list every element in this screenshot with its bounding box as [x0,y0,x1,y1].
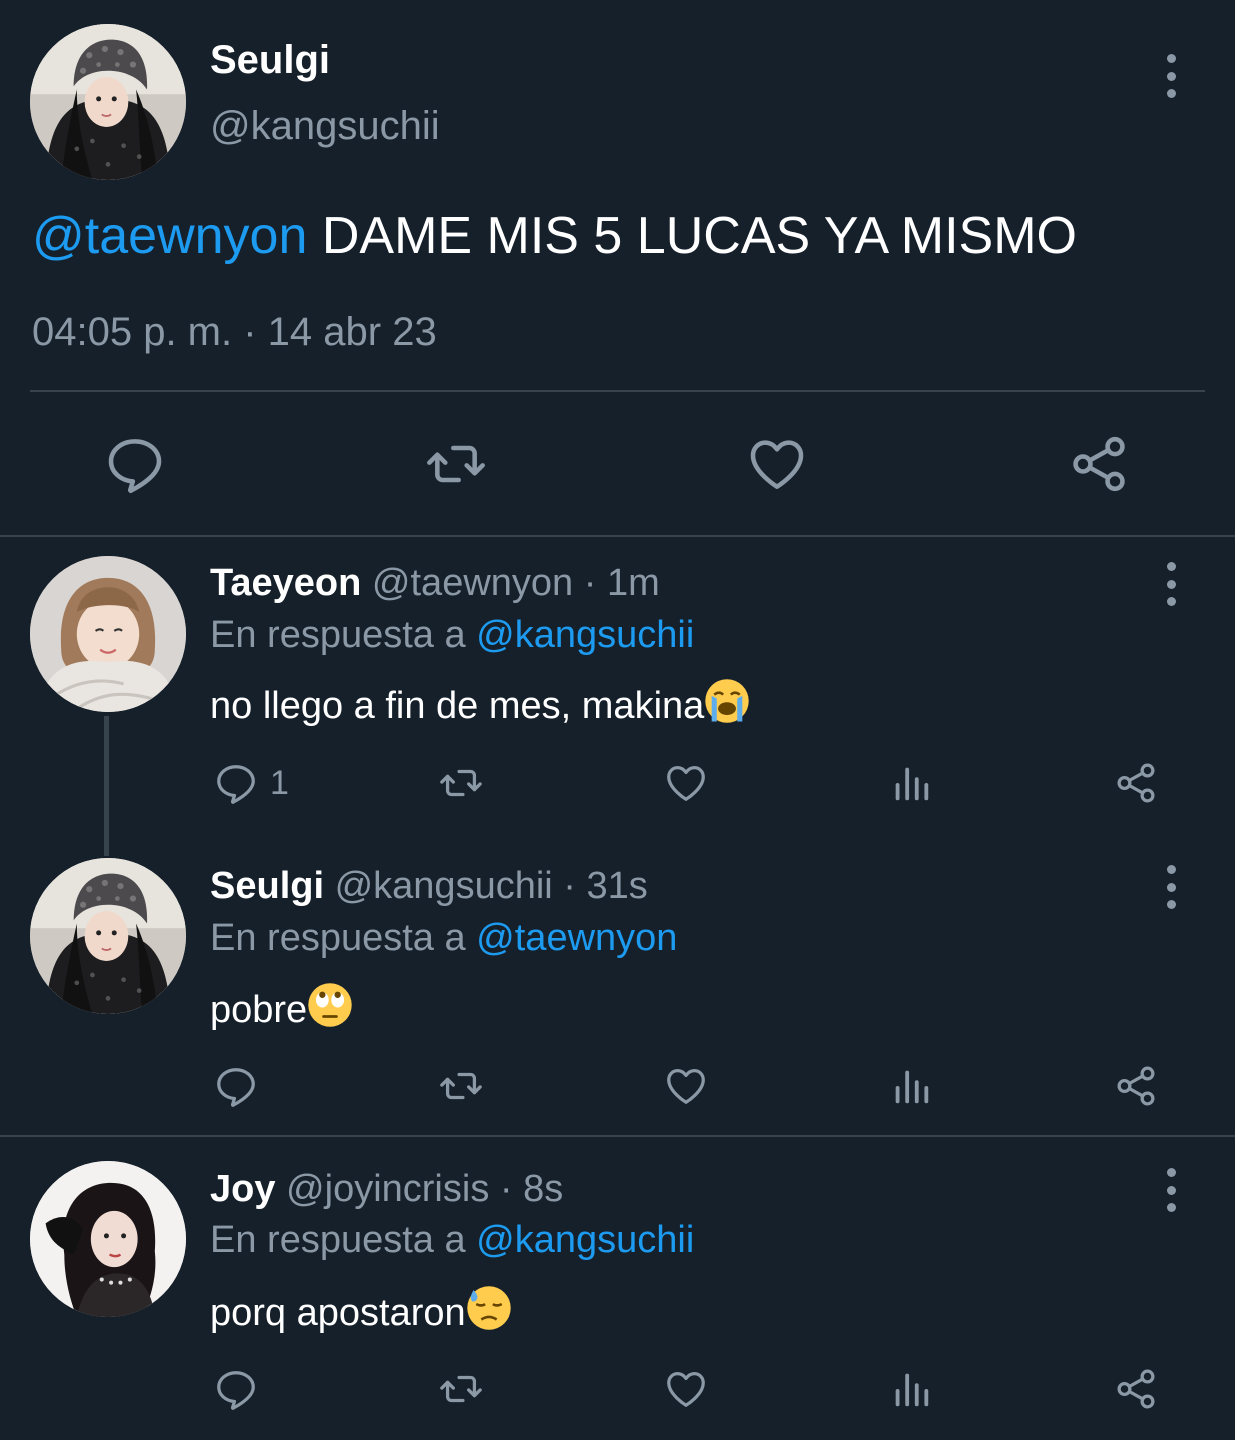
more-options-icon[interactable] [1161,1168,1181,1212]
divider [0,1135,1235,1137]
reply-prefix: En respuesta a [210,917,466,959]
reply-icon[interactable] [213,1366,259,1412]
like-icon[interactable] [663,1063,709,1109]
user-handle[interactable]: @kangsuchii [335,865,553,907]
retweet-icon[interactable] [435,1366,487,1412]
display-name[interactable]: Joy [210,1168,275,1210]
avatar[interactable] [30,556,186,712]
mention-link[interactable]: @taewnyon [32,207,307,265]
divider [0,535,1235,537]
more-options-icon[interactable] [1161,865,1181,909]
reply-prefix: En respuesta a [210,614,466,656]
reply-context: En respuesta a @taewnyon [210,917,677,960]
avatar-image [30,556,186,712]
divider [30,390,1205,392]
user-handle[interactable]: @kangsuchii [210,104,440,149]
share-icon[interactable] [1113,760,1159,806]
avatar[interactable] [30,858,186,1014]
analytics-icon[interactable] [888,760,934,806]
reply-context: En respuesta a @kangsuchii [210,614,694,657]
reply-icon[interactable] [103,432,167,496]
loudly-crying-face-emoji [705,679,750,723]
share-icon[interactable] [1113,1063,1159,1109]
mention-link[interactable]: @kangsuchii [476,1219,694,1261]
tweet-text: pobre [210,982,353,1032]
more-options-icon[interactable] [1161,54,1181,98]
reply-prefix: En respuesta a [210,1219,466,1261]
more-options-icon[interactable] [1161,562,1181,606]
retweet-icon[interactable] [435,1063,487,1109]
reply-count: 1 [270,764,289,802]
tweet-header: Joy @joyincrisis · 8s [210,1168,563,1211]
like-icon[interactable] [663,760,709,806]
analytics-icon[interactable] [888,1366,934,1412]
retweet-icon[interactable] [435,760,487,806]
display-name[interactable]: Seulgi [210,865,324,907]
avatar[interactable] [30,24,186,180]
retweet-icon[interactable] [422,432,490,496]
avatar[interactable] [30,1161,186,1317]
share-icon[interactable] [1067,432,1131,496]
tweet-time[interactable]: · 31s [563,865,647,907]
avatar-image [30,24,186,180]
tweet-text: @taewnyon DAME MIS 5 LUCAS YA MISMO [32,206,1077,266]
display-name[interactable]: Taeyeon [210,562,361,604]
user-handle[interactable]: @taewnyon [372,562,573,604]
face-with-rolling-eyes-emoji [308,983,352,1027]
thread-connector-line [104,716,109,856]
display-name[interactable]: Seulgi [210,38,330,83]
reply-icon[interactable] [213,760,259,806]
share-icon[interactable] [1113,1366,1159,1412]
mention-link[interactable]: @kangsuchii [476,614,694,656]
tweet-body: porq apostaron [210,1292,466,1334]
tweet-time[interactable]: · 8s [500,1168,563,1210]
downcast-face-with-sweat-emoji [466,1286,511,1330]
tweet-time[interactable]: · 1m [584,562,660,604]
like-icon[interactable] [745,432,809,496]
timestamp[interactable]: 04:05 p. m. · 14 abr 23 [32,310,437,355]
tweet-body: DAME MIS 5 LUCAS YA MISMO [321,207,1077,265]
reply-icon[interactable] [213,1063,259,1109]
avatar-image [30,1161,186,1317]
like-icon[interactable] [663,1366,709,1412]
tweet-body: pobre [210,989,308,1031]
reply-context: En respuesta a @kangsuchii [210,1219,694,1262]
tweet-text: porq apostaron [210,1285,512,1335]
avatar-image [30,858,186,1014]
mention-link[interactable]: @taewnyon [476,917,677,959]
tweet-header: Taeyeon @taewnyon · 1m [210,562,660,605]
tweet-text: no llego a fin de mes, makina [210,678,750,728]
analytics-icon[interactable] [888,1063,934,1109]
user-handle[interactable]: @joyincrisis [286,1168,489,1210]
tweet-body: no llego a fin de mes, makina [210,685,705,727]
tweet-header: Seulgi @kangsuchii · 31s [210,865,648,908]
